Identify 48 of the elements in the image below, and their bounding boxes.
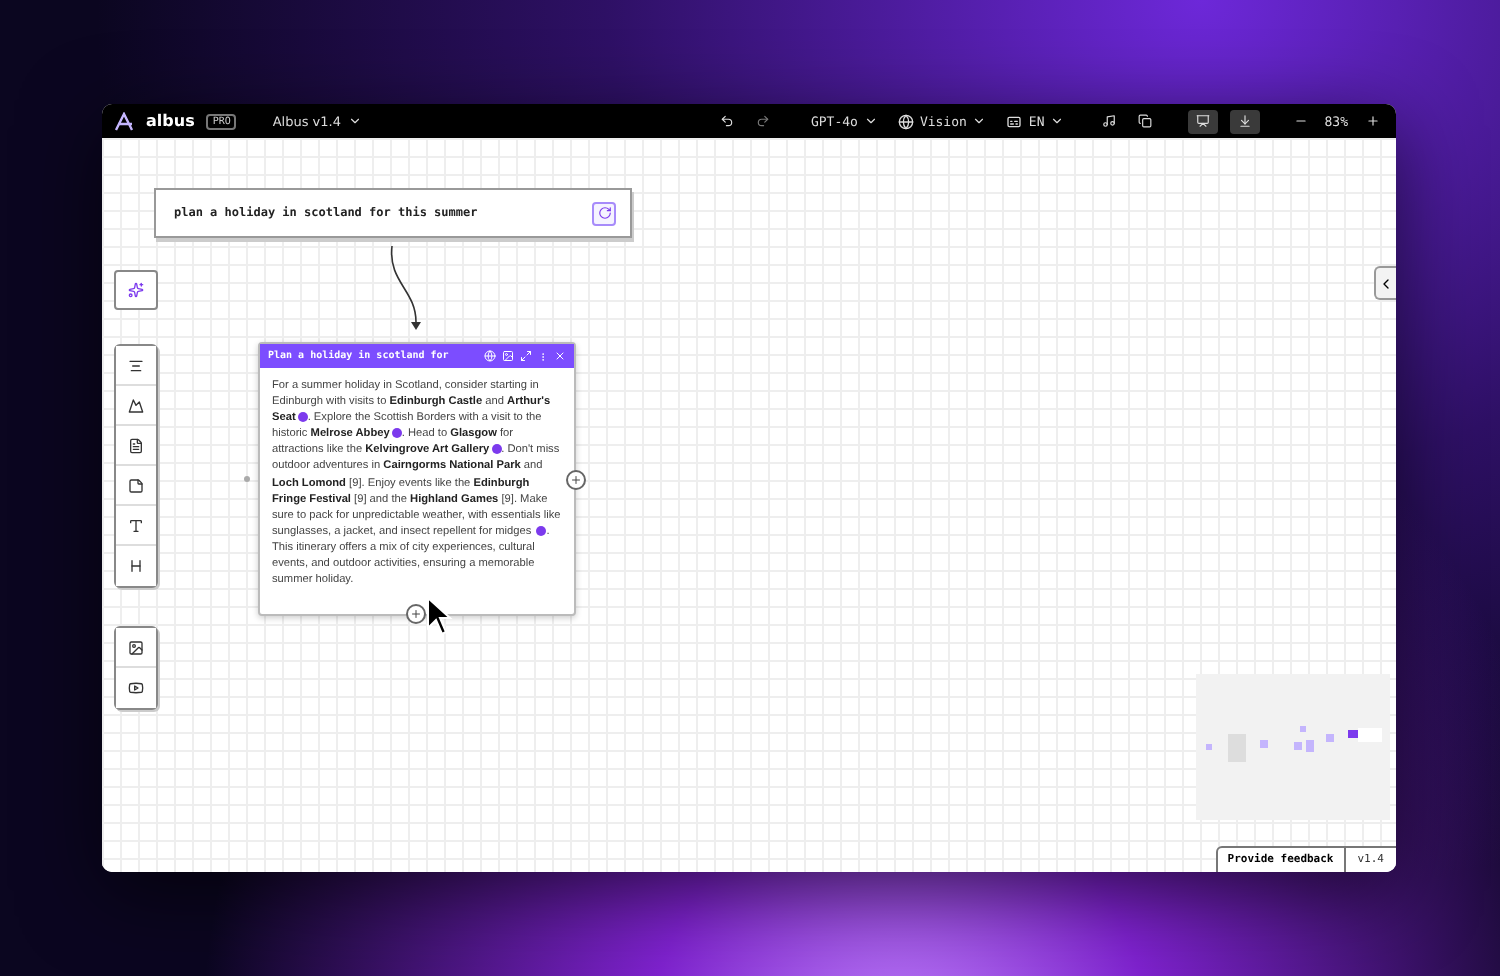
- ai-tools-button[interactable]: [114, 270, 158, 310]
- redo-icon: [755, 114, 770, 128]
- cursor-icon: [426, 596, 454, 636]
- globe-icon: [897, 113, 914, 129]
- caret-icon: [347, 114, 361, 128]
- bottom-handle[interactable]: [406, 604, 426, 624]
- caret-icon: [972, 114, 987, 128]
- citation-icon[interactable]: [391, 428, 402, 439]
- response-card[interactable]: [258, 342, 576, 616]
- app-logo: albus: [146, 112, 195, 130]
- plus-icon: [410, 608, 422, 620]
- download-icon: [1238, 114, 1253, 128]
- document-icon: [128, 437, 144, 453]
- download-button[interactable]: [1230, 109, 1261, 133]
- connection-dot: [244, 476, 250, 482]
- mountain-icon: [128, 397, 144, 413]
- copy-icon: [1137, 114, 1152, 128]
- collapse-panel-button[interactable]: [1374, 266, 1396, 300]
- text-block-tool[interactable]: [116, 346, 156, 386]
- chevron-left-icon: [1378, 275, 1394, 291]
- citation-icon[interactable]: [491, 444, 502, 455]
- image-icon: [502, 350, 514, 362]
- lines-icon: [128, 357, 144, 373]
- caret-icon: [863, 114, 878, 128]
- citation-icon[interactable]: [297, 412, 308, 423]
- add-handle[interactable]: [566, 470, 586, 490]
- refresh-icon: [597, 206, 611, 220]
- picture-tool[interactable]: [116, 628, 156, 668]
- plus-icon: [1365, 114, 1379, 128]
- globe-icon: [484, 350, 496, 362]
- sparkle-icon: [128, 282, 144, 298]
- presentation-icon: [1196, 114, 1211, 128]
- image-icon: [128, 639, 144, 655]
- heading-icon: [128, 558, 144, 574]
- video-icon: [128, 680, 144, 696]
- undo-icon: [719, 114, 734, 128]
- music-icon: [1101, 114, 1116, 128]
- sticky-note-icon: [128, 477, 144, 493]
- logo-icon: [114, 111, 134, 131]
- text-icon: [128, 517, 144, 533]
- close-icon: [554, 350, 566, 362]
- regenerate-button[interactable]: [592, 201, 616, 225]
- minus-icon: [1293, 114, 1308, 128]
- citation-icon[interactable]: [536, 525, 547, 536]
- captions-icon: [1006, 113, 1023, 129]
- plus-icon: [570, 474, 582, 486]
- caret-icon: [1050, 114, 1065, 128]
- presentation-button[interactable]: [1188, 109, 1219, 133]
